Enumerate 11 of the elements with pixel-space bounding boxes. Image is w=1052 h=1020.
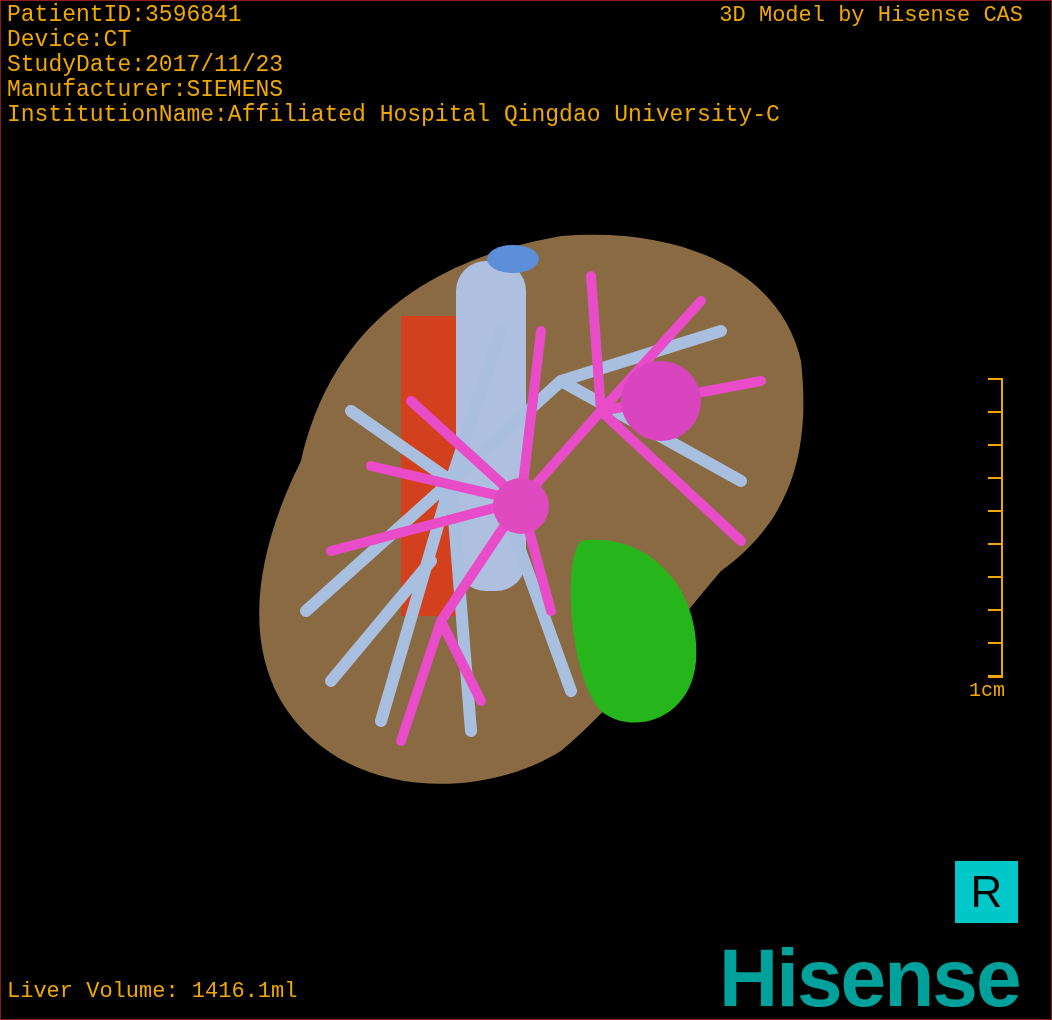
info-line: Manufacturer:SIEMENS [7, 78, 284, 103]
scale-label: 1cm [969, 679, 1005, 703]
model-credit: 3D Model by Hisense CAS [719, 3, 1023, 28]
info-line: Device:CT [7, 28, 132, 53]
brand-logo: Hisense [719, 937, 1020, 1019]
info-line: PatientID:3596841 [7, 3, 242, 28]
liver-volume: Liver Volume: 1416.1ml [7, 979, 298, 1005]
orientation-marker: R [955, 861, 1018, 923]
info-line: InstitutionName:Affiliated Hospital Qingdao University-C [7, 103, 780, 128]
info-line: StudyDate:2017/11/23 [7, 53, 284, 78]
scale-bar-icon [987, 377, 1003, 679]
